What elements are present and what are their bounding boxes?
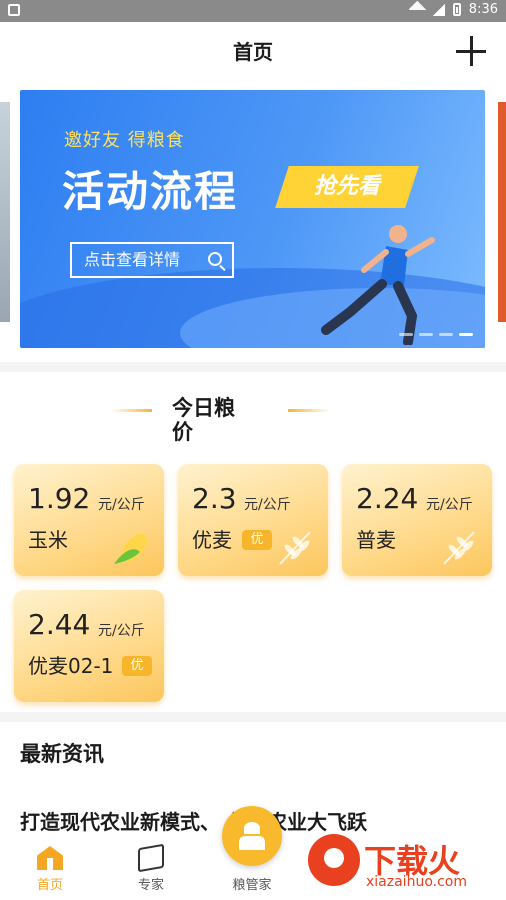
butler-icon-body	[239, 836, 265, 850]
indicator-dot-active	[459, 333, 473, 336]
home-icon	[37, 846, 63, 870]
ribbon-label: 抢先看	[313, 174, 380, 199]
tab-home[interactable]: 首页	[5, 846, 95, 893]
flame-logo-icon	[308, 834, 360, 886]
view-details-button[interactable]: 点击查看详情	[70, 242, 234, 278]
section-divider	[0, 712, 506, 722]
battery-icon	[452, 3, 461, 16]
butler-icon	[244, 822, 260, 834]
price-unit: 元/公斤	[426, 497, 473, 513]
add-icon[interactable]	[454, 34, 488, 68]
promo-banner[interactable]: 邀好友 得粮食 活动流程 抢先看 点击查看详情	[20, 90, 485, 348]
price-value: 2.3	[192, 482, 237, 515]
grain-name: 优麦02-1	[28, 654, 114, 678]
wheat-icon	[279, 531, 311, 565]
banner-ribbon: 抢先看	[275, 166, 419, 208]
grain-name: 普麦	[356, 528, 396, 552]
indicator-dot	[419, 333, 433, 336]
premium-badge: 优	[242, 530, 272, 550]
tab-experts[interactable]: 专家	[106, 843, 196, 893]
page-title: 首页	[233, 40, 273, 64]
banner-tagline: 邀好友 得粮食	[64, 130, 185, 151]
title-decor-line	[288, 409, 330, 412]
price-card[interactable]: 1.92 元/公斤 玉米	[14, 464, 164, 576]
tab-butler[interactable]: 粮管家	[207, 874, 297, 893]
banner-carousel[interactable]: 邀好友 得粮食 活动流程 抢先看 点击查看详情	[0, 90, 506, 350]
price-card[interactable]: 2.44 元/公斤 优麦02-1 优	[14, 590, 164, 702]
tab-experts-label: 专家	[137, 878, 164, 893]
price-unit: 元/公斤	[98, 497, 145, 513]
price-section-header: 今日粮价	[0, 396, 506, 446]
indicator-dot	[399, 333, 413, 336]
butler-button[interactable]	[222, 806, 282, 866]
news-section-title: 最新资讯	[20, 742, 104, 766]
price-card[interactable]: 2.3 元/公斤 优麦 优	[178, 464, 328, 576]
price-unit: 元/公斤	[98, 623, 145, 639]
wheat-icon	[443, 531, 475, 565]
price-unit: 元/公斤	[244, 497, 291, 513]
watermark-url: xiazaihuo.com	[366, 874, 467, 890]
banner-headline: 活动流程	[62, 167, 239, 216]
status-time: 8:36	[468, 2, 498, 17]
premium-badge: 优	[122, 656, 152, 676]
section-divider	[0, 362, 506, 372]
grain-name: 优麦	[192, 528, 232, 552]
layers-icon	[138, 843, 164, 873]
corn-icon	[114, 533, 147, 564]
grain-name: 玉米	[28, 528, 68, 552]
status-bar: 8:36	[0, 0, 506, 22]
next-slide-peek[interactable]	[498, 102, 506, 322]
title-decor-line	[112, 409, 152, 412]
search-icon	[208, 252, 222, 266]
prev-slide-peek[interactable]	[0, 102, 10, 322]
price-value: 2.24	[356, 482, 419, 515]
price-card[interactable]: 2.24 元/公斤 普麦	[342, 464, 492, 576]
price-value: 2.44	[28, 608, 91, 641]
app-header: 首页	[0, 22, 506, 82]
price-section-title: 今日粮价	[172, 396, 235, 444]
tab-butler-label: 粮管家	[232, 878, 272, 893]
runner-illustration	[321, 225, 435, 345]
carousel-indicator	[399, 333, 473, 336]
view-details-label: 点击查看详情	[84, 250, 181, 269]
price-value: 1.92	[28, 482, 91, 515]
tab-home-label: 首页	[36, 878, 63, 893]
signal-icon	[432, 3, 445, 16]
site-watermark: 下载火 xiazaihuo.com	[304, 828, 500, 898]
notification-icon	[8, 4, 20, 16]
wifi-icon	[408, 0, 427, 19]
indicator-dot	[439, 333, 453, 336]
